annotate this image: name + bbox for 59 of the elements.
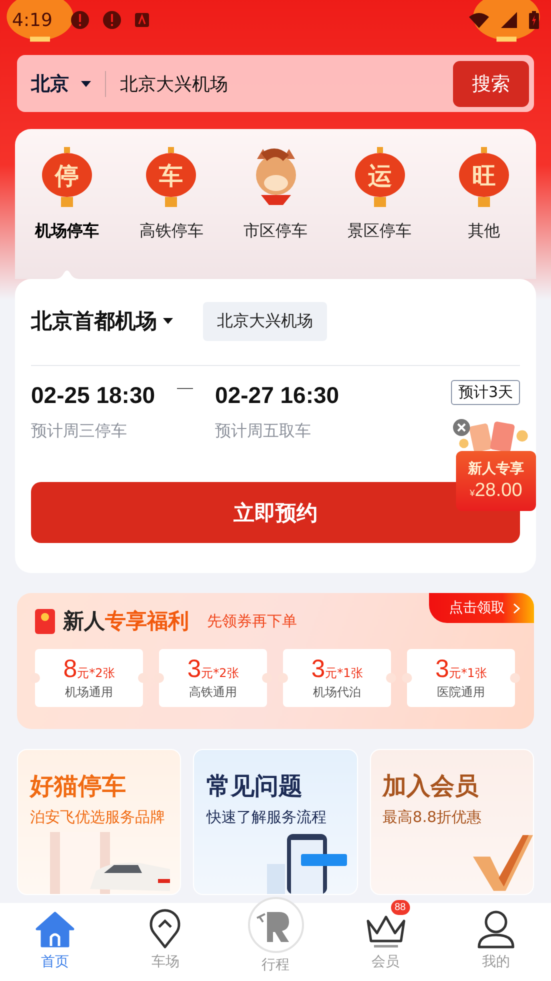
search-field[interactable]: 北京大兴机场 — [120, 73, 453, 94]
city-selector[interactable]: 北京 — [31, 70, 91, 96]
search-button[interactable]: 搜索 — [453, 60, 529, 106]
welfare-title: 新人专享福利 — [63, 608, 189, 635]
battery-icon — [529, 11, 539, 29]
category-tab[interactable]: 运 景区停车 — [328, 145, 432, 242]
home-icon — [34, 909, 76, 949]
feature-card[interactable]: 常见问题 快速了解服务流程 — [193, 749, 358, 895]
close-icon[interactable] — [453, 419, 470, 436]
wifi-icon — [469, 12, 489, 28]
feature-subtitle: 泊安飞优选服务品牌 — [30, 808, 166, 827]
alert-icon — [70, 10, 90, 30]
coupon-value: 3元*1张 — [435, 655, 487, 684]
category-label[interactable]: 景区停车 — [348, 221, 412, 242]
envelope-icon — [35, 608, 55, 634]
pickup-note: 预计周五取车 — [215, 421, 312, 442]
coupon-scope: 高铁通用 — [189, 684, 237, 701]
duration-label: 预计3天 — [451, 380, 520, 405]
signal-icon — [501, 12, 517, 28]
coupon-scope: 医院通用 — [437, 684, 485, 701]
promo-amount: ¥28.00 — [470, 480, 522, 502]
category-tab[interactable]: 车 高铁停车 — [119, 145, 224, 242]
category-tab[interactable]: 市区停车 — [223, 145, 328, 242]
coupon-value: 3元*2张 — [187, 655, 239, 684]
category-label[interactable]: 其他 — [468, 221, 500, 242]
coupon-value: 8元*2张 — [63, 655, 115, 684]
v-shape-drawing — [472, 832, 533, 894]
category-tab[interactable]: 停 机场停车 — [15, 145, 120, 242]
parking-time[interactable]: 02-25 18:30 — [31, 382, 156, 409]
coupon-scope: 机场代泊 — [313, 684, 361, 701]
coupon-scope: 机场通用 — [65, 684, 113, 701]
tab-item[interactable]: 会员 88 — [330, 903, 441, 981]
status-time: 4:19 — [12, 10, 52, 30]
welfare-subtitle: 先领券再下单 — [207, 612, 297, 630]
caret-icon — [163, 318, 173, 324]
feature-subtitle: 快速了解服务流程 — [206, 808, 328, 827]
tab-item[interactable]: 首页 — [0, 903, 110, 981]
category-tab[interactable]: 旺 其他 — [432, 145, 536, 242]
airport-tab[interactable]: 北京首都机场 — [31, 307, 173, 335]
feature-title: 好猫停车 — [30, 771, 127, 802]
alert-icon — [102, 10, 122, 30]
feature-subtitle: 最高8.8折优惠 — [382, 808, 483, 827]
feature-card[interactable]: 加入会员 最高8.8折优惠 — [370, 749, 534, 895]
chevron-right-icon — [513, 602, 520, 614]
category-label[interactable]: 市区停车 — [244, 221, 308, 242]
claim-button[interactable]: 点击领取 — [429, 593, 534, 623]
promo-badge[interactable]: 新人专享 ¥28.00 — [456, 451, 536, 511]
count-badge: 88 — [390, 900, 410, 915]
category-label[interactable]: 机场停车 — [35, 221, 100, 242]
promo-title: 新人专享 — [468, 460, 524, 478]
feature-title: 加入会员 — [382, 771, 480, 802]
feature-title: 常见问题 — [206, 771, 304, 802]
pickup-time[interactable]: 02-27 16:30 — [215, 382, 340, 409]
caret-icon — [81, 80, 91, 86]
parking-note: 预计周三停车 — [31, 421, 128, 442]
airport-tab[interactable]: 北京大兴机场 — [203, 302, 327, 340]
coupon-value: 3元*1张 — [311, 655, 363, 684]
category-label[interactable]: 高铁停车 — [139, 221, 204, 242]
notification-icon — [134, 12, 150, 28]
